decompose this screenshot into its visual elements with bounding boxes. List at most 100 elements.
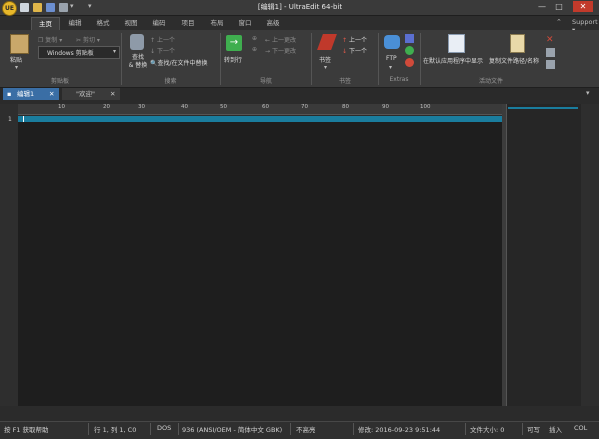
- status-divider: [290, 423, 291, 435]
- goto-line-icon[interactable]: →: [226, 35, 242, 51]
- close-tab-icon[interactable]: ✕: [110, 88, 115, 100]
- close-tab-icon[interactable]: ✕: [49, 88, 54, 100]
- ruler-tick: 90: [382, 104, 389, 110]
- find-in-files-button[interactable]: 🔍查找/在文件中替换: [150, 58, 208, 67]
- prev-bookmark-button[interactable]: ↑ 上一个: [342, 35, 367, 44]
- close-button[interactable]: ✕: [573, 1, 593, 12]
- find-replace-button[interactable]: 查找 & 替换: [126, 54, 150, 70]
- file-icon: ▪: [7, 90, 12, 98]
- cut-label: 剪切: [82, 37, 95, 44]
- status-col[interactable]: COL: [574, 424, 587, 432]
- minimize-button[interactable]: —: [535, 1, 549, 12]
- ftp-dropdown-icon[interactable]: ▾: [389, 64, 392, 71]
- close-file-icon[interactable]: ✕: [546, 35, 554, 45]
- ruler-tick: 20: [103, 104, 110, 110]
- find-prev-button[interactable]: ↑ 上一个: [150, 35, 175, 44]
- text-caret: [23, 116, 24, 122]
- find-next-button[interactable]: ↓ 下一个: [150, 46, 175, 55]
- file-tool-icon[interactable]: [546, 60, 555, 69]
- app-logo[interactable]: UE: [2, 1, 17, 16]
- ftp-button[interactable]: FTP: [386, 55, 397, 62]
- doc-tab-welcome[interactable]: "欢迎" ✕: [62, 88, 120, 100]
- status-insert[interactable]: 插入: [549, 424, 562, 434]
- paste-button[interactable]: 粘贴: [10, 55, 22, 64]
- paste-icon[interactable]: [10, 34, 29, 54]
- active-file-group-label: 活动文件: [478, 78, 503, 85]
- file-properties-icon[interactable]: [546, 48, 555, 57]
- copy-path-button[interactable]: 复制文件路径/名称: [489, 56, 539, 65]
- column-ruler: 10 20 30 40 50 60 70 80 90 100: [18, 104, 502, 115]
- line-number: 1: [8, 116, 12, 123]
- ruler-tick: 80: [342, 104, 349, 110]
- quick-access-dropdown-icon[interactable]: ▾: [70, 2, 74, 10]
- ftp-cloud-icon[interactable]: [384, 35, 400, 49]
- status-divider: [178, 423, 179, 435]
- tab-project[interactable]: 项目: [174, 17, 202, 30]
- maximize-button[interactable]: □: [552, 1, 566, 12]
- new-file-icon[interactable]: [20, 3, 29, 12]
- status-divider: [150, 423, 151, 435]
- open-in-default-button[interactable]: 在默认应用程序中显示: [423, 56, 483, 65]
- copy-button[interactable]: ❐ 复制 ▾: [38, 35, 62, 44]
- editor-text-area[interactable]: [18, 116, 502, 406]
- doc-tab-label: 编辑1: [17, 90, 35, 98]
- right-panel-strip: [581, 104, 599, 406]
- prev-change-extra-icon: ⊕: [252, 35, 258, 42]
- tab-edit[interactable]: 编辑: [61, 17, 89, 30]
- goto-line-button[interactable]: 转到行: [224, 55, 242, 64]
- clipboard-select[interactable]: Windows 剪贴板 ▾: [38, 46, 120, 59]
- tab-home[interactable]: 主页: [31, 17, 60, 31]
- next-change-button[interactable]: → 下一更改: [265, 46, 296, 55]
- status-line-ending[interactable]: DOS: [157, 424, 171, 432]
- tab-coding[interactable]: 编码: [145, 17, 173, 30]
- status-rw[interactable]: 可写: [527, 424, 540, 434]
- ruler-tick: 50: [220, 104, 227, 110]
- bookmarks-group-label: 书签: [338, 78, 351, 85]
- extras-tool1-icon[interactable]: [405, 34, 414, 43]
- ruler-tick: 30: [138, 104, 145, 110]
- find-in-files-label: 查找/在文件中替换: [157, 60, 208, 67]
- next-bookmark-button[interactable]: ↓ 下一个: [342, 46, 367, 55]
- find-prev-label: 上一个: [156, 37, 175, 44]
- default-app-icon[interactable]: [448, 34, 465, 53]
- status-divider: [88, 423, 89, 435]
- prev-change-button[interactable]: ← 上一更改: [265, 35, 296, 44]
- extras-tool2-icon[interactable]: [405, 46, 414, 55]
- binoculars-icon[interactable]: [130, 34, 144, 50]
- window-title: [编辑1] - UltraEdit 64-bit: [257, 3, 343, 11]
- doc-tab-edit1[interactable]: ▪ 编辑1 ✕: [3, 88, 59, 100]
- bookmark-dropdown-icon[interactable]: ▾: [324, 64, 327, 71]
- tab-advanced[interactable]: 高级: [259, 17, 287, 30]
- open-folder-icon[interactable]: [33, 3, 42, 12]
- next-change-label: 下一更改: [271, 48, 296, 55]
- ribbon-collapse-icon[interactable]: ⌃: [556, 18, 562, 26]
- copy-path-icon[interactable]: [510, 34, 525, 53]
- status-modified: 修改: 2016-09-23 9:51:44: [358, 426, 441, 434]
- tab-window[interactable]: 窗口: [231, 17, 259, 30]
- status-position[interactable]: 行 1, 列 1, C0: [94, 424, 136, 434]
- minimap-pane[interactable]: [506, 104, 582, 406]
- paste-dropdown-icon[interactable]: ▾: [15, 64, 18, 71]
- status-codepage[interactable]: 936 (ANSI/OEM - 简体中文 GBK): [182, 424, 282, 434]
- status-help: 按 F1 获取帮助: [4, 426, 49, 434]
- minimap-viewport: [508, 107, 578, 109]
- tab-format[interactable]: 格式: [89, 17, 117, 30]
- tab-view[interactable]: 视图: [117, 17, 145, 30]
- cut-button[interactable]: ✂ 剪切 ▾: [76, 35, 100, 44]
- extras-tool3-icon[interactable]: [405, 58, 414, 67]
- ruler-tick: 70: [301, 104, 308, 110]
- print-icon[interactable]: [59, 3, 68, 12]
- extras-group-label: Extras: [389, 76, 409, 83]
- clipboard-select-value: Windows 剪贴板: [47, 50, 94, 57]
- chevron-down-icon: ▾: [112, 48, 116, 55]
- status-highlight[interactable]: 不高亮: [296, 424, 316, 434]
- bookmark-button[interactable]: 书签: [319, 55, 331, 64]
- status-divider: [353, 423, 354, 435]
- tab-layout[interactable]: 布局: [203, 17, 231, 30]
- tab-list-dropdown-icon[interactable]: ▾: [586, 89, 590, 97]
- doc-tab-label: "欢迎": [76, 90, 95, 98]
- copy-label: 复制: [45, 37, 58, 44]
- save-icon[interactable]: [46, 3, 55, 12]
- customize-toolbar-icon[interactable]: ▾: [88, 2, 92, 10]
- navigate-group-label: 导航: [259, 78, 272, 85]
